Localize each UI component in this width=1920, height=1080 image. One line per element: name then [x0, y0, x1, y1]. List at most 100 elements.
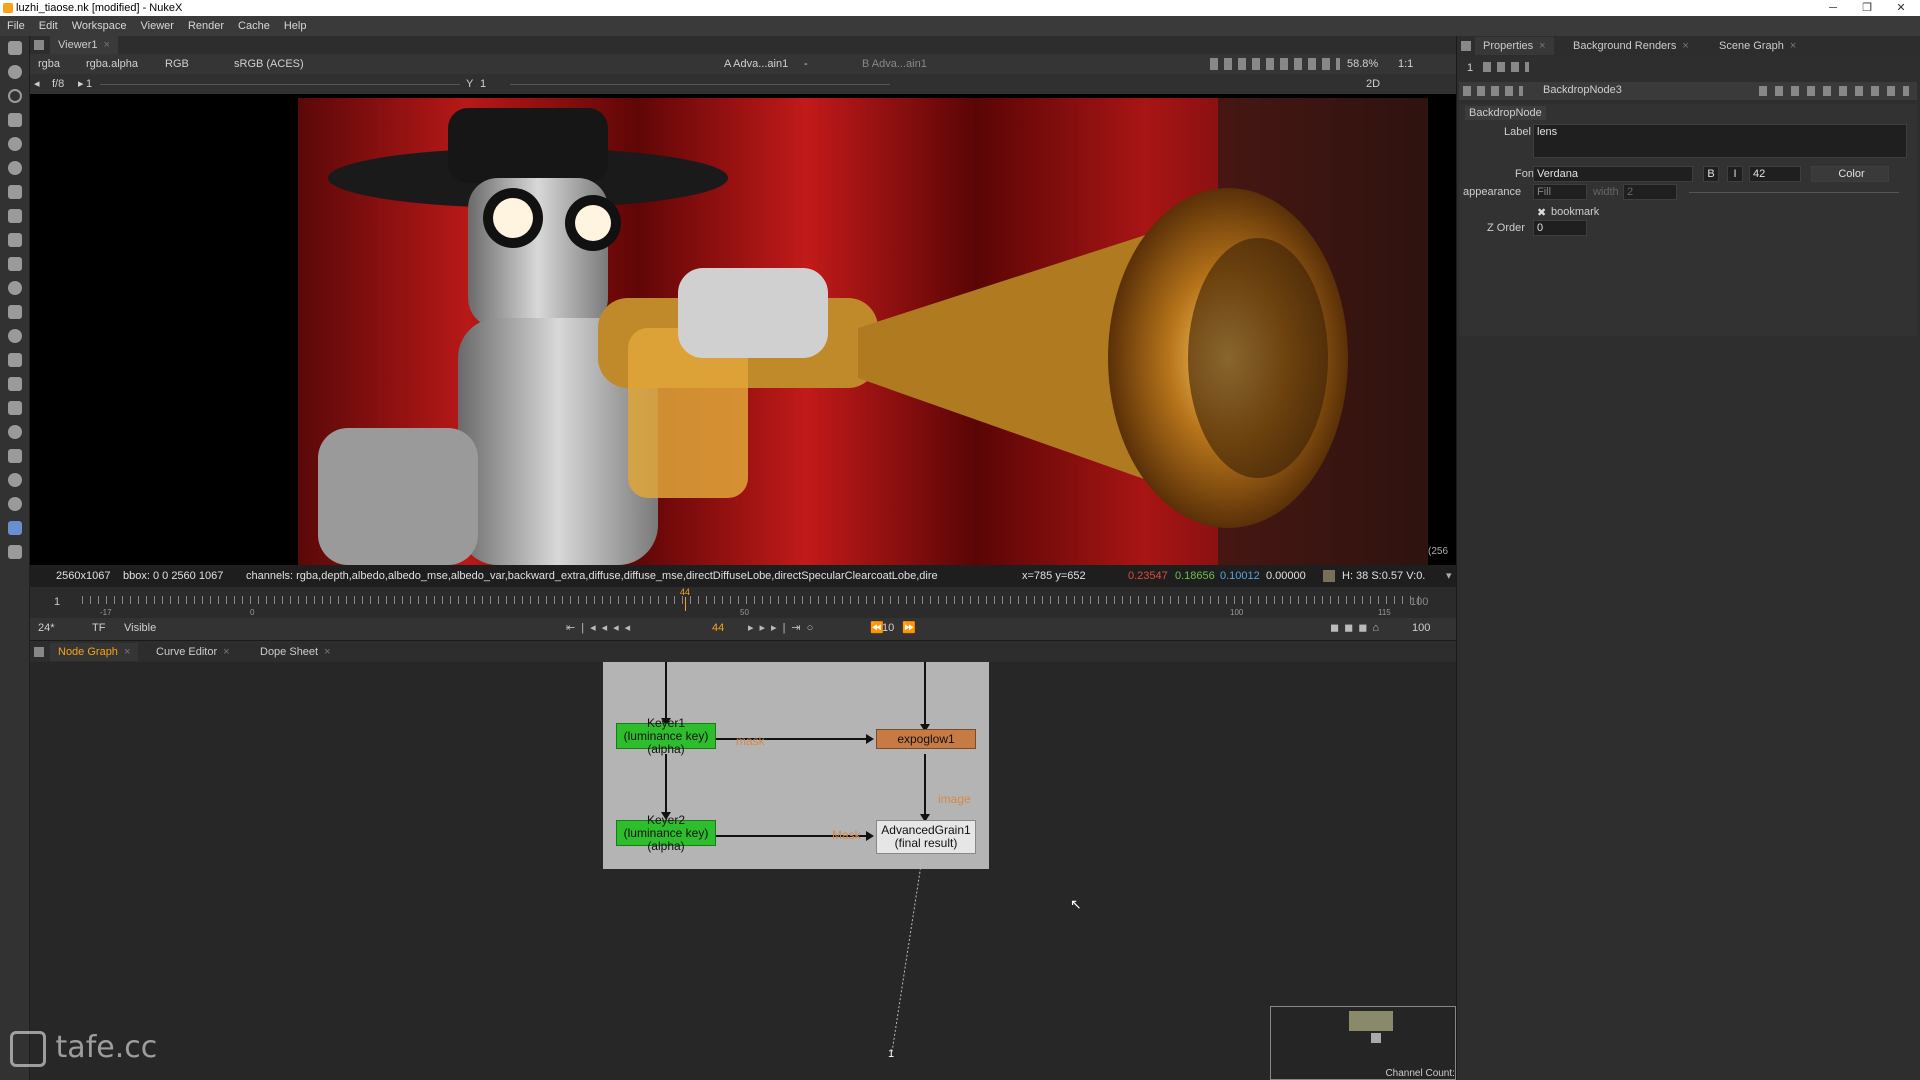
- merge-toolbar-icon[interactable]: [0, 204, 30, 228]
- pane-menu-icon[interactable]: [34, 647, 44, 657]
- gizmo-toolbar-icon[interactable]: [0, 468, 30, 492]
- close-window-button[interactable]: ✕: [1886, 0, 1916, 16]
- zorder-field[interactable]: 0: [1533, 220, 1587, 236]
- info-menu-icon[interactable]: ▾: [1446, 565, 1452, 587]
- close-tab-icon[interactable]: ×: [223, 646, 229, 658]
- close-tab-icon[interactable]: ×: [104, 39, 110, 51]
- display-dropdown[interactable]: RGB: [165, 56, 189, 72]
- visible-range-dropdown[interactable]: Visible: [124, 620, 156, 636]
- colorspace-dropdown[interactable]: sRGB (ACES): [234, 56, 304, 72]
- menu-cache[interactable]: Cache: [231, 16, 277, 36]
- toolsets-toolbar-icon[interactable]: [0, 372, 30, 396]
- maximize-button[interactable]: ❐: [1852, 0, 1882, 16]
- tab-dope-sheet[interactable]: Dope Sheet ×: [252, 643, 339, 661]
- bookmark-checkbox[interactable]: ✖: [1537, 206, 1546, 219]
- filter-toolbar-icon[interactable]: [0, 156, 30, 180]
- gain-slider[interactable]: [100, 84, 460, 85]
- border-width-field[interactable]: 2: [1623, 184, 1677, 200]
- cara-toolbar-icon[interactable]: [0, 444, 30, 468]
- alpha-channel-dropdown[interactable]: rgba.alpha: [86, 56, 138, 72]
- playhead[interactable]: [685, 597, 686, 611]
- warning-toolbar-icon[interactable]: [0, 540, 30, 564]
- frame-step-value[interactable]: 1: [86, 76, 92, 92]
- channels-dropdown[interactable]: rgba: [38, 56, 60, 72]
- menu-edit[interactable]: Edit: [32, 16, 65, 36]
- keyer2-node[interactable]: Keyer2 (luminance key) (alpha): [616, 813, 716, 852]
- keyer1-node[interactable]: Keyer1 (luminance key) (alpha): [616, 716, 716, 755]
- close-tab-icon[interactable]: ×: [124, 646, 130, 658]
- plugin-toolbar-icon[interactable]: [0, 492, 30, 516]
- menu-viewer[interactable]: Viewer: [134, 16, 181, 36]
- tab-scene-graph[interactable]: Scene Graph ×: [1711, 37, 1804, 55]
- pane-menu-icon[interactable]: [1461, 41, 1471, 51]
- zoom-value[interactable]: 58.8%: [1347, 56, 1378, 72]
- expoglow1-node[interactable]: expoglow1: [876, 729, 976, 749]
- menu-help[interactable]: Help: [277, 16, 314, 36]
- fps-dropdown[interactable]: 24*: [38, 620, 55, 636]
- tab-properties[interactable]: Properties ×: [1475, 37, 1554, 55]
- input-a-dropdown[interactable]: A Adva...ain1: [724, 56, 788, 72]
- draw-toolbar-icon[interactable]: [0, 60, 30, 84]
- tf-dropdown[interactable]: TF: [92, 620, 105, 636]
- node-graph-canvas[interactable]: Keyer1 (luminance key) (alpha) Keyer2 (l…: [30, 662, 1456, 1080]
- y-value[interactable]: 1: [480, 76, 486, 92]
- viewer-canvas[interactable]: (256: [30, 94, 1456, 565]
- view-mode-dropdown[interactable]: 2D: [1366, 76, 1380, 92]
- keyer-toolbar-icon[interactable]: [0, 180, 30, 204]
- minimize-button[interactable]: ─: [1818, 0, 1848, 16]
- font-dropdown[interactable]: Verdana: [1533, 166, 1693, 182]
- furnace-toolbar-icon[interactable]: [0, 420, 30, 444]
- pane-menu-icon[interactable]: [34, 40, 44, 50]
- frame-step-icon[interactable]: ▸: [78, 76, 84, 92]
- properties-toolbar-icons[interactable]: [1483, 62, 1529, 72]
- end-frame-field[interactable]: 100: [1412, 620, 1430, 636]
- font-italic-button[interactable]: I: [1727, 166, 1743, 182]
- timeline-bar[interactable]: 1 -17 0 50 100 115 44 100: [30, 587, 1456, 618]
- node-header-right-icons[interactable]: [1759, 86, 1909, 96]
- deep-toolbar-icon[interactable]: [0, 300, 30, 324]
- border-width-slider[interactable]: [1689, 192, 1899, 193]
- tab-background-renders[interactable]: Background Renders ×: [1565, 37, 1697, 55]
- 3d-toolbar-icon[interactable]: [0, 252, 30, 276]
- proxy-ratio[interactable]: 1:1: [1398, 56, 1413, 72]
- appearance-dropdown[interactable]: Fill: [1533, 184, 1587, 200]
- other-toolbar-icon[interactable]: [0, 396, 30, 420]
- node-name-field[interactable]: BackdropNode3: [1543, 84, 1622, 96]
- label-textarea[interactable]: lens: [1533, 124, 1907, 158]
- viewer-mode-icons[interactable]: [1210, 58, 1340, 70]
- close-tab-icon[interactable]: ×: [1539, 40, 1545, 52]
- transport-forward-buttons[interactable]: ▸▸▸|⇥○: [748, 620, 819, 636]
- transform-toolbar-icon[interactable]: [0, 228, 30, 252]
- fstop-prev-icon[interactable]: ◂: [34, 76, 40, 92]
- font-size-field[interactable]: 42: [1749, 166, 1801, 182]
- transport-back-buttons[interactable]: ⇤|◂◂◂◂: [566, 620, 636, 636]
- metadata-toolbar-icon[interactable]: [0, 348, 30, 372]
- timeline-end[interactable]: 100: [1410, 596, 1428, 608]
- tab-curve-editor[interactable]: Curve Editor ×: [148, 643, 238, 661]
- menu-workspace[interactable]: Workspace: [65, 16, 134, 36]
- gamma-slider[interactable]: [510, 84, 890, 85]
- increment-field[interactable]: 10: [882, 620, 894, 636]
- fstop-value[interactable]: f/8: [52, 76, 64, 92]
- menu-file[interactable]: File: [0, 16, 32, 36]
- node-class-tab[interactable]: BackdropNode: [1465, 106, 1546, 120]
- tab-viewer1[interactable]: Viewer1 ×: [50, 36, 118, 54]
- image-toolbar-icon[interactable]: [0, 36, 30, 60]
- views-toolbar-icon[interactable]: [0, 324, 30, 348]
- color-toolbar-icon[interactable]: [0, 132, 30, 156]
- menu-render[interactable]: Render: [181, 16, 231, 36]
- rendered-image[interactable]: [298, 98, 1428, 565]
- close-tab-icon[interactable]: ×: [1790, 40, 1796, 52]
- advancedgrain1-node[interactable]: AdvancedGrain1 (final result): [876, 820, 976, 854]
- node-header-icons[interactable]: [1463, 86, 1523, 96]
- channel-toolbar-icon[interactable]: [0, 108, 30, 132]
- custom-toolbar-icon[interactable]: [0, 516, 30, 540]
- particles-toolbar-icon[interactable]: [0, 276, 30, 300]
- close-tab-icon[interactable]: ×: [324, 646, 330, 658]
- skip-forward-icon[interactable]: ⏩: [902, 620, 916, 636]
- properties-counter[interactable]: 1: [1467, 62, 1473, 74]
- input-b-dropdown[interactable]: B Adva...ain1: [862, 56, 927, 72]
- font-bold-button[interactable]: B: [1703, 166, 1719, 182]
- time-toolbar-icon[interactable]: [0, 84, 30, 108]
- compare-op-dropdown[interactable]: -: [804, 56, 808, 72]
